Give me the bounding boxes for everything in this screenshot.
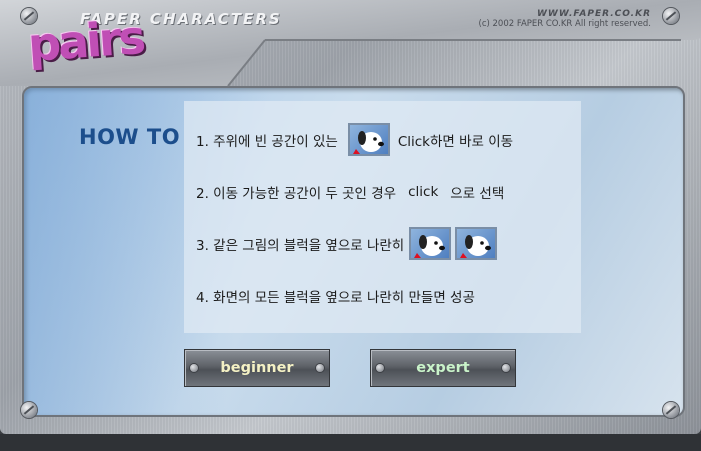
instruction-text: 3. 같은 그림의 블럭을 옆으로 나란히 <box>196 237 405 254</box>
header-plate: FAPER CHARACTERS pairs WWW.FAPER.CO.KR (… <box>0 0 701 87</box>
expert-label: expert <box>416 360 470 376</box>
instruction-line-4: 4. 화면의 모든 블럭을 옆으로 나란히 만들면 성공 <box>196 286 475 306</box>
instruction-line-2: 2. 이동 가능한 공간이 두 곳인 경우 click 으로 선택 <box>196 182 504 202</box>
instruction-line-1: 1. 주위에 빈 공간이 있는 Click하면 바로 이동 <box>196 123 513 156</box>
instruction-text: 4. 화면의 모든 블럭을 옆으로 나란히 만들면 성공 <box>196 290 475 306</box>
screw-icon <box>663 402 679 418</box>
howto-title: HOW TO <box>79 125 181 149</box>
bolt-icon <box>376 364 384 372</box>
bolt-icon <box>502 364 510 372</box>
dog-tile-icon <box>455 227 498 260</box>
instruction-line-3: 3. 같은 그림의 블럭을 옆으로 나란히 <box>196 227 499 260</box>
bolt-icon <box>316 364 324 372</box>
instruction-text: 2. 이동 가능한 공간이 두 곳인 경우 <box>196 186 397 202</box>
instruction-text: 으로 선택 <box>450 186 505 202</box>
click-word: click <box>408 184 439 200</box>
screw-icon <box>663 8 679 24</box>
dog-tile-icon <box>409 227 452 260</box>
instruction-text: Click하면 바로 이동 <box>397 133 514 150</box>
beginner-label: beginner <box>220 360 294 376</box>
site-url: WWW.FAPER.CO.KR <box>536 9 651 19</box>
pairs-logo: pairs <box>26 10 145 72</box>
copyright-text: (c) 2002 FAPER CO.KR All right reserved. <box>478 19 652 29</box>
screw-icon <box>21 8 37 24</box>
dog-tile-icon <box>347 123 390 156</box>
instruction-text: 1. 주위에 빈 공간이 있는 <box>196 133 338 150</box>
bolt-icon <box>190 364 198 372</box>
copyright-block: WWW.FAPER.CO.KR (c) 2002 FAPER CO.KR All… <box>479 9 652 29</box>
bottom-bar <box>0 434 701 451</box>
expert-button[interactable]: expert <box>370 349 516 387</box>
screw-icon <box>21 402 37 418</box>
beginner-button[interactable]: beginner <box>184 349 330 387</box>
